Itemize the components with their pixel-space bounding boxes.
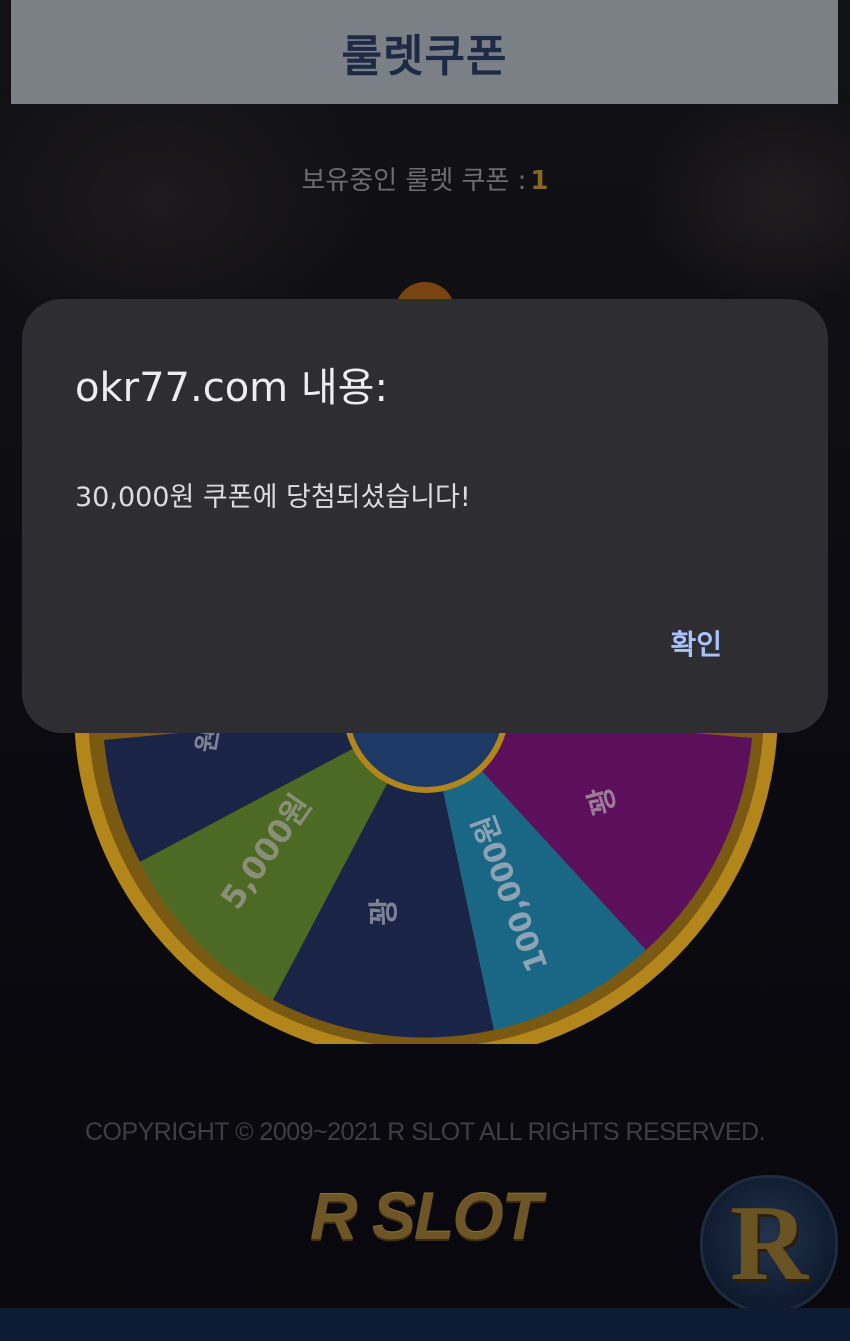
brand-logo: R SLOT bbox=[310, 1179, 542, 1253]
coupon-count: 1 bbox=[530, 166, 549, 196]
dialog-message: 30,000원 쿠폰에 당첨되셨습니다! bbox=[75, 482, 471, 513]
coupon-label: 보유중인 룰렛 쿠폰 : bbox=[301, 166, 527, 196]
coupon-status: 보유중인 룰렛 쿠폰 :1 bbox=[0, 160, 850, 197]
alert-dialog: okr77.com 내용: 30,000원 쿠폰에 당첨되셨습니다! 확인 bbox=[22, 299, 828, 733]
footer-copyright: COPYRIGHT © 2009~2021 R SLOT ALL RIGHTS … bbox=[84, 1118, 766, 1146]
page-header: 룰렛쿠폰 bbox=[11, 0, 838, 104]
page-title: 룰렛쿠폰 bbox=[341, 31, 508, 82]
dialog-ok-button[interactable]: 확인 bbox=[670, 623, 722, 663]
wheel-label-lose-1: 꽝 bbox=[367, 898, 402, 926]
dialog-title: okr77.com 내용: bbox=[75, 365, 388, 411]
r-badge-icon: R bbox=[730, 1184, 808, 1303]
r-badge-button[interactable]: R bbox=[700, 1175, 838, 1313]
bottom-bar bbox=[0, 1308, 850, 1341]
